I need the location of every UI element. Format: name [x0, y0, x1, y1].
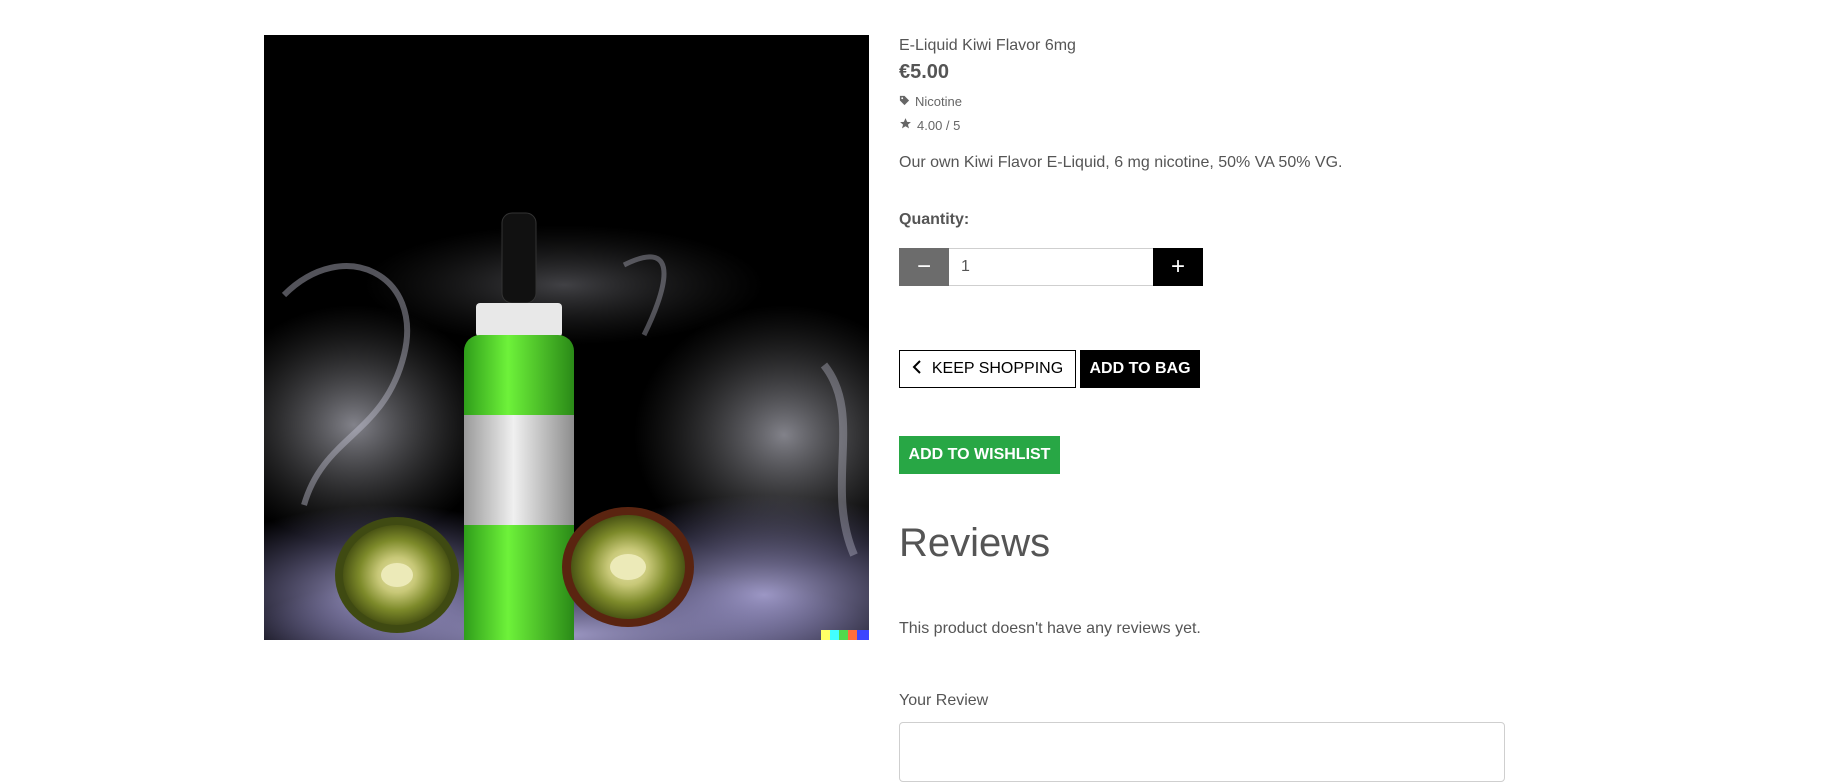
- rating-value: 4.00 / 5: [917, 117, 961, 133]
- tag-icon: [899, 94, 910, 109]
- product-name: E-Liquid Kiwi Flavor 6mg: [899, 37, 1076, 54]
- quantity-stepper: − +: [899, 248, 1203, 286]
- add-to-wishlist-button[interactable]: ADD TO WISHLIST: [899, 436, 1060, 474]
- product-description: Our own Kiwi Flavor E-Liquid, 6 mg nicot…: [899, 154, 1343, 171]
- chevron-left-icon: [912, 359, 922, 379]
- increment-button[interactable]: +: [1153, 248, 1203, 286]
- your-review-label: Your Review: [899, 692, 989, 709]
- product-image: [264, 35, 869, 640]
- product-category[interactable]: Nicotine: [899, 94, 962, 109]
- reviews-heading: Reviews: [899, 521, 1051, 565]
- quantity-input[interactable]: [949, 248, 1153, 286]
- keep-shopping-button[interactable]: KEEP SHOPPING: [899, 350, 1076, 388]
- category-label[interactable]: Nicotine: [915, 94, 962, 109]
- product-rating: 4.00 / 5: [899, 117, 960, 133]
- no-reviews-message: This product doesn't have any reviews ye…: [899, 620, 1201, 637]
- quantity-label: Quantity:: [899, 211, 970, 228]
- decrement-button[interactable]: −: [899, 248, 949, 286]
- keep-shopping-label: KEEP SHOPPING: [931, 360, 1064, 377]
- product-photo: [264, 35, 869, 640]
- product-price: €5.00: [899, 61, 950, 83]
- star-icon: [899, 117, 912, 133]
- add-to-bag-button[interactable]: ADD TO BAG: [1080, 350, 1200, 388]
- review-textarea[interactable]: [899, 722, 1505, 782]
